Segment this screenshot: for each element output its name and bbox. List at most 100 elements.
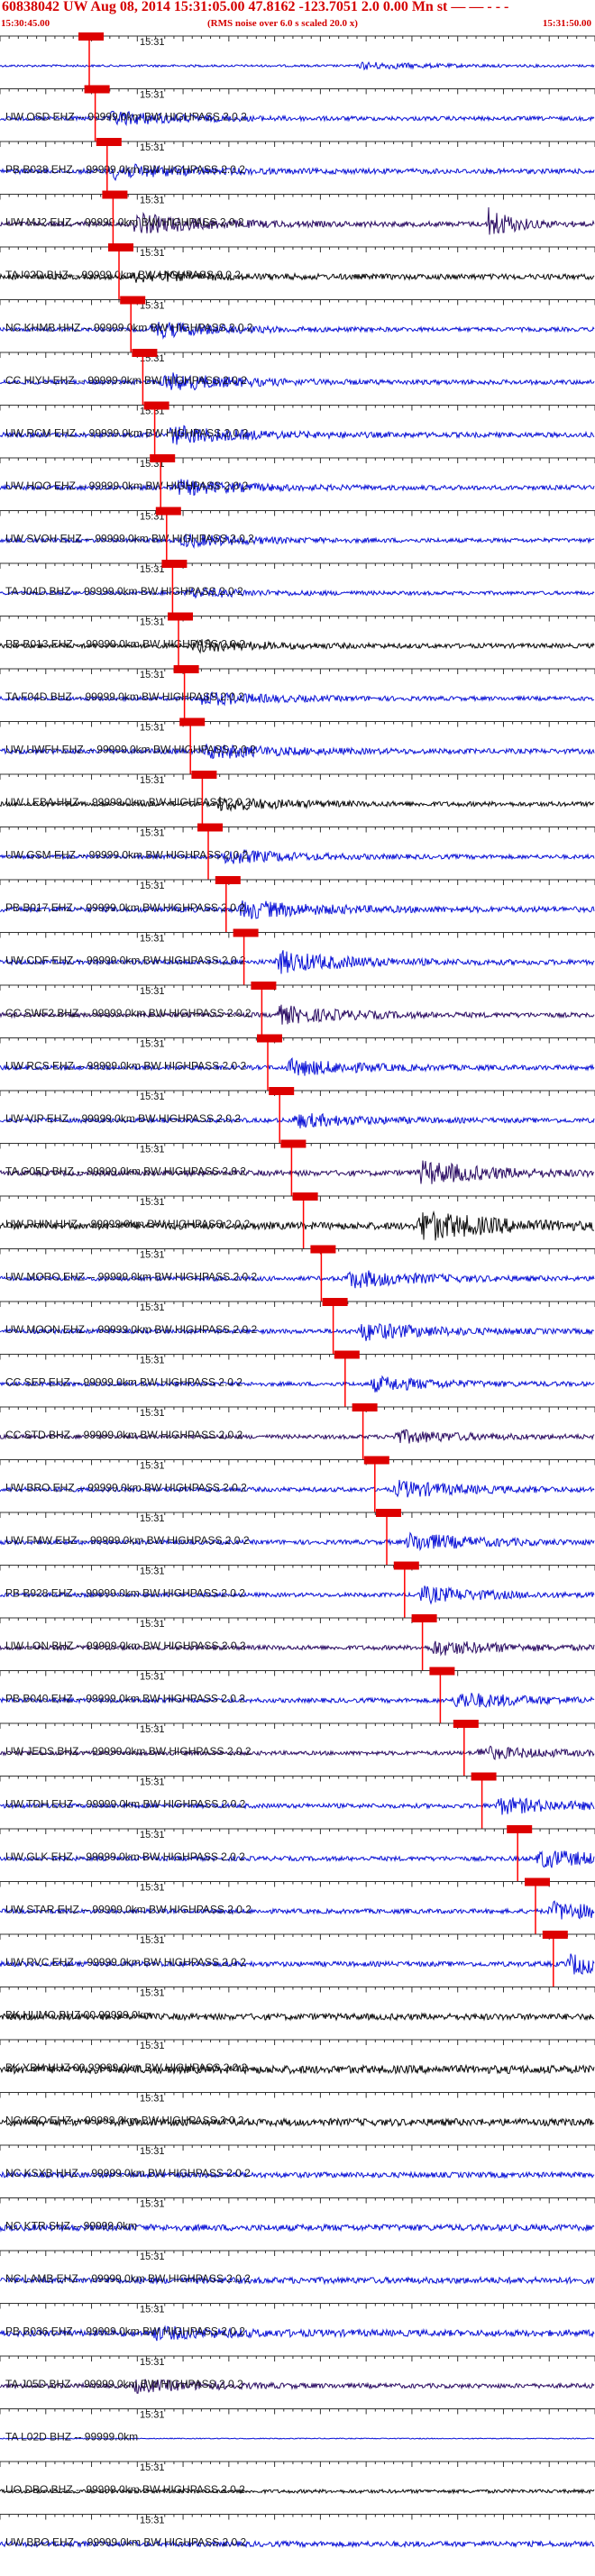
time-tick-label: 15:31 — [140, 2516, 165, 2526]
pick-box — [233, 928, 259, 937]
station-label: BK YBH HHZ 00 99999.0km BW HIGHPASS 2.0 … — [5, 2061, 248, 2074]
station-label: UW GSM EHZ -- 99999.0km BW HIGHPASS 2.0 … — [5, 849, 249, 862]
pick-box — [525, 1877, 550, 1886]
time-tick-label: 15:31 — [140, 1777, 165, 1788]
pick-box — [168, 612, 193, 621]
pick-box — [102, 190, 128, 199]
station-label: TA J05D BHZ -- 99999.0km BW HIGHPASS 2.0… — [5, 2378, 243, 2390]
station-label: UW HOO EHZ -- 99999.0km BW HIGHPASS 2.0 … — [5, 480, 249, 492]
station-label: NC KHMB HHZ -- 99999.0km BW HIGHPASS 2.0… — [5, 322, 253, 334]
pick-box — [191, 771, 217, 779]
time-tick-label: 15:31 — [140, 2094, 165, 2105]
pick-box — [179, 717, 206, 726]
time-tick-label: 15:31 — [140, 2199, 165, 2210]
time-tick-label: 15:31 — [140, 1461, 165, 1472]
pick-box — [363, 1456, 389, 1465]
time-tick-label: 15:31 — [140, 2146, 165, 2157]
station-label: UW GLK EHZ -- 99999.0km BW HIGHPASS 2.0 … — [5, 1850, 245, 1863]
time-tick-label: 15:31 — [140, 2041, 165, 2051]
station-label: TA L02D BHZ -- 99999.0km — [5, 2431, 138, 2444]
time-tick-label: 15:31 — [140, 1408, 165, 1419]
pick-box — [393, 1561, 419, 1570]
pick-box — [96, 138, 122, 146]
pick-box — [429, 1667, 455, 1676]
pick-box — [155, 507, 181, 516]
station-label: NC LAMB EHZ -- 99999.0km BW HIGHPASS 2.0… — [5, 2272, 251, 2285]
time-tick-label: 15:31 — [140, 670, 165, 681]
station-label: NC KTR SHZ -- 99999.0km — [5, 2220, 137, 2233]
pick-box — [322, 1298, 348, 1306]
time-tick-label: 15:31 — [140, 1619, 165, 1630]
station-label: UW TDH EHZ -- 99999.0km BW HIGHPASS 2.0 … — [5, 1798, 246, 1811]
station-label: PB B017 EHZ -- 99999.0km BW HIGHPASS 2.0… — [5, 901, 245, 914]
time-tick-label: 15:31 — [140, 986, 165, 997]
time-tick-label: 15:31 — [140, 142, 165, 153]
time-tick-label: 15:31 — [140, 1513, 165, 1524]
time-tick-label: 15:31 — [140, 2305, 165, 2316]
time-tick-label: 15:31 — [140, 2252, 165, 2262]
station-label: PB B040 EHZ -- 99999.0km BW HIGHPASS 2.0… — [5, 1693, 245, 1705]
pick-box — [108, 243, 133, 251]
pick-box — [161, 560, 188, 568]
pick-box — [507, 1825, 533, 1833]
time-tick-label: 15:31 — [140, 196, 165, 206]
seismogram-plot: 15:31 15:31 UW OSD EHZ -- 99999.0km BW HIG… — [0, 32, 595, 2549]
time-tick-label: 15:31 — [140, 723, 165, 734]
pick-box — [78, 32, 104, 41]
pick-box — [132, 349, 158, 357]
pick-box — [269, 1087, 295, 1095]
pick-box — [310, 1245, 336, 1254]
station-label: TA I02D BHZ -- 99999.0km BW HIGHPASS 2.0… — [5, 269, 241, 281]
station-label: UW JEDS BHZ -- 99999.0km BW HIGHPASS 2.0… — [5, 1745, 252, 1758]
pick-box — [292, 1192, 318, 1201]
pick-box — [257, 1034, 282, 1043]
pick-box — [150, 454, 176, 462]
station-label: TA F04D BHZ -- 99999.0km BW HIGHPASS 2.0… — [5, 690, 244, 703]
station-label: UW OSD EHZ -- 99999.0km BW HIGHPASS 2.0 … — [5, 111, 247, 123]
time-tick-label: 15:31 — [140, 828, 165, 839]
time-tick-label: 15:31 — [140, 1092, 165, 1102]
station-label: NC KSXB HHZ -- 99999.0km BW HIGHPASS 2.0… — [5, 2167, 251, 2179]
time-tick-label: 15:31 — [140, 881, 165, 891]
station-label: UW BBO EHZ -- 99999.0km BW HIGHPASS 2.0 … — [5, 2536, 247, 2549]
station-label: CC SEP EHZ -- 99999.0km BW HIGHPASS 2.0 … — [5, 1376, 243, 1389]
time-tick-label: 15:31 — [140, 1883, 165, 1894]
pick-box — [376, 1509, 401, 1517]
time-tick-label: 15:31 — [140, 1724, 165, 1735]
pick-box — [143, 401, 169, 410]
station-label: TA J04D BHZ -- 99999.0km BW HIGHPASS 2.0… — [5, 585, 243, 598]
station-label: UW MJ2 EHZ -- 99999.0km BW HIGHPASS 2.0 … — [5, 216, 244, 229]
pick-box — [197, 823, 223, 832]
time-tick-label: 15:31 — [140, 1302, 165, 1313]
time-tick-label: 15:31 — [140, 1197, 165, 1208]
station-label: UW CDF EHZ -- 99999.0km BW HIGHPASS 2.0 … — [5, 955, 246, 967]
station-label: UW UWFH EHZ -- 99999.0km BW HIGHPASS 2.0… — [5, 744, 256, 756]
station-label: UW MORO EHZ -- 99999.0km BW HIGHPASS 2.0… — [5, 1271, 257, 1283]
pick-box — [542, 1931, 568, 1939]
station-label: UW LON BHZ -- 99999.0km BW HIGHPASS 2.0 … — [5, 1640, 246, 1652]
time-tick-label: 15:31 — [140, 2410, 165, 2421]
time-tick-label: 15:31 — [140, 2357, 165, 2368]
time-tick-label: 15:31 — [140, 564, 165, 575]
station-label: UW PHIN HHZ -- 99999.0km BW HIGHPASS 2.0… — [5, 1218, 250, 1230]
time-tick-label: 15:31 — [140, 1039, 165, 1050]
station-label: UW RCM EHZ -- 99999.0km BW HIGHPASS 2.0 … — [5, 427, 248, 440]
station-label: UW BRO EHZ -- 99999.0km BW HIGHPASS 2.0 … — [5, 1482, 247, 1494]
pick-box — [280, 1139, 307, 1148]
time-tick-label: 15:31 — [140, 775, 165, 786]
pick-box — [334, 1350, 360, 1359]
station-label: PB B038 EHZ -- 99999.0km BW HIGHPASS 2.0… — [5, 163, 245, 176]
pick-box — [411, 1614, 437, 1622]
time-tick-label: 15:31 — [140, 2462, 165, 2473]
pick-box — [120, 296, 146, 305]
time-tick-label: 15:31 — [140, 90, 165, 101]
station-label: TA G05D BHZ -- 99999.0km BW HIGHPASS 2.0… — [5, 1165, 246, 1178]
time-tick-label: 15:31 — [140, 1145, 165, 1156]
station-label: CC SWF2 BHZ -- 99999.0km BW HIGHPASS 2.0… — [5, 1007, 252, 1019]
station-label: PB B013 EHZ -- 99999.0km BW HIGHPASS 2.0… — [5, 638, 245, 651]
time-tick-label: 15:31 — [140, 248, 165, 259]
pick-box — [352, 1403, 378, 1411]
time-tick-label: 15:31 — [140, 1988, 165, 1999]
time-tick-label: 15:31 — [140, 1830, 165, 1841]
pick-box — [84, 85, 110, 94]
